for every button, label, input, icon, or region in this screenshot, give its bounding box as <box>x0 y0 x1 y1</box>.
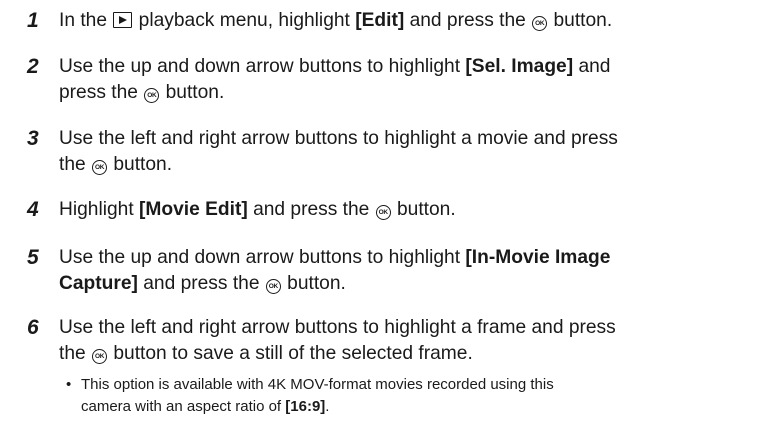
note-bullet: • <box>66 376 72 393</box>
menu-option-label: [Sel. Image] <box>465 56 574 77</box>
step-text: Use the up and down arrow buttons to hig… <box>59 54 759 106</box>
ok-button-icon: OK <box>92 160 108 175</box>
text-run: Use the up and down arrow buttons to hig… <box>59 56 466 77</box>
step-number: 4 <box>27 198 39 221</box>
step-line: Use the left and right arrow buttons to … <box>59 126 759 152</box>
menu-option-label: [16:9] <box>285 398 326 415</box>
text-run: and <box>573 56 611 77</box>
ok-button-icon: OK <box>375 205 391 220</box>
text-run: This option is available with 4K MOV-for… <box>81 376 554 393</box>
playback-icon <box>113 12 133 28</box>
text-run: Highlight <box>59 199 139 220</box>
text-run: and press the <box>137 273 265 294</box>
step-line: press the OK button. <box>59 80 759 106</box>
text-run: Use the up and down arrow buttons to hig… <box>59 247 466 268</box>
note-line: This option is available with 4K MOV-for… <box>81 374 554 396</box>
text-run: Use the left and right arrow buttons to … <box>59 317 616 338</box>
menu-option-label: [Edit] <box>355 10 405 31</box>
step-number: 1 <box>27 9 39 32</box>
step-line: Use the left and right arrow buttons to … <box>59 315 759 341</box>
text-run: camera with an aspect ratio of <box>81 398 286 415</box>
menu-option-label: [In-Movie Image <box>465 247 611 268</box>
step-number: 5 <box>27 246 39 269</box>
step-line: In the playback menu, highlight [Edit] a… <box>59 8 759 34</box>
note-line: camera with an aspect ratio of [16:9]. <box>81 396 554 418</box>
step-text: In the playback menu, highlight [Edit] a… <box>59 8 759 34</box>
step-text: Use the left and right arrow buttons to … <box>59 126 759 178</box>
text-run: and press the <box>247 199 375 220</box>
menu-option-label: [Movie Edit] <box>139 199 248 220</box>
text-run: Use the left and right arrow buttons to … <box>59 128 618 149</box>
note-text: This option is available with 4K MOV-for… <box>81 374 554 418</box>
text-run: button to save a still of the selected f… <box>108 343 473 364</box>
text-run: button. <box>391 199 456 220</box>
text-run: the <box>59 343 92 364</box>
step-number: 2 <box>27 55 39 78</box>
step-line: Use the up and down arrow buttons to hig… <box>59 54 759 80</box>
text-run: button. <box>281 273 346 294</box>
step-line: the OK button. <box>59 152 759 178</box>
ok-button-icon: OK <box>532 16 548 31</box>
text-run: and press the <box>404 10 532 31</box>
ok-button-icon: OK <box>144 88 160 103</box>
ok-button-icon: OK <box>92 349 108 364</box>
text-run: . <box>325 398 330 415</box>
step-text: Highlight [Movie Edit] and press the OK … <box>59 197 759 223</box>
step-line: the OK button to save a still of the sel… <box>59 341 759 367</box>
text-run: In the <box>59 10 113 31</box>
step-text: Use the left and right arrow buttons to … <box>59 315 759 367</box>
ok-button-icon: OK <box>265 279 281 294</box>
text-run: button. <box>160 82 225 103</box>
step-number: 6 <box>27 316 39 339</box>
menu-option-label: Capture] <box>59 273 138 294</box>
text-run: button. <box>108 154 173 175</box>
text-run: button. <box>548 10 613 31</box>
step-text: Use the up and down arrow buttons to hig… <box>59 245 759 297</box>
text-run: the <box>59 154 92 175</box>
step-number: 3 <box>27 127 39 150</box>
step-line: Highlight [Movie Edit] and press the OK … <box>59 197 759 223</box>
text-run: press the <box>59 82 144 103</box>
text-run: playback menu, highlight <box>133 10 356 31</box>
step-line: Capture] and press the OK button. <box>59 271 759 297</box>
step-line: Use the up and down arrow buttons to hig… <box>59 245 759 271</box>
